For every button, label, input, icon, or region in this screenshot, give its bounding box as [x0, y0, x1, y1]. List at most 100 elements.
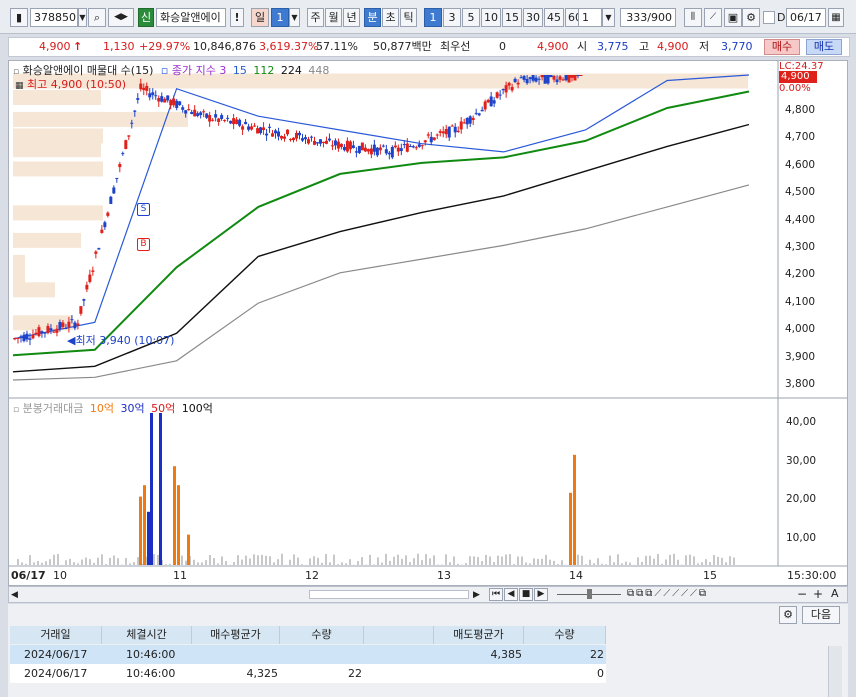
price-change-pct: +29.97% — [139, 40, 191, 53]
interval-dropdown-icon[interactable]: ▼ — [602, 8, 615, 27]
grid-icon[interactable]: ▦ — [15, 81, 24, 91]
scroll-left-icon[interactable]: ◀ — [11, 590, 18, 600]
interval-1[interactable]: 1 — [424, 8, 442, 27]
ma-112-label: 112 — [253, 64, 275, 77]
candle-body — [145, 85, 149, 91]
tab-tick[interactable]: 틱 — [400, 8, 417, 27]
candle-body — [312, 140, 316, 145]
next-page-button[interactable]: 다음 — [802, 606, 840, 624]
candle-body — [414, 147, 418, 149]
volume-bar — [197, 562, 199, 565]
code-dropdown-icon[interactable]: ▼ — [78, 8, 87, 27]
current-price: 4,900 — [39, 40, 71, 53]
interval-10[interactable]: 10 — [481, 8, 501, 27]
minus-icon[interactable]: − — [797, 587, 807, 601]
tab-month[interactable]: 월 — [325, 8, 342, 27]
interval-30[interactable]: 30 — [523, 8, 543, 27]
save-icon[interactable]: ▣ — [724, 8, 742, 27]
tab-day[interactable]: 일 — [251, 8, 269, 27]
time-axis-label: 10 — [53, 569, 67, 582]
gear-icon[interactable]: ⚙ — [742, 8, 760, 27]
candle-body — [525, 78, 529, 84]
stock-code-input[interactable]: 378850 — [30, 8, 78, 27]
gear-icon[interactable]: ⚙ — [779, 606, 797, 624]
buy-marker[interactable]: B — [137, 238, 150, 251]
volume-bar — [137, 557, 139, 565]
scroll-right-icon[interactable]: ▶ — [473, 590, 480, 600]
candle-body — [85, 284, 89, 290]
chart-svg[interactable] — [9, 61, 847, 585]
candle-body — [399, 148, 403, 152]
interval-5[interactable]: 5 — [462, 8, 480, 27]
count-display[interactable]: 333/900 — [620, 8, 676, 27]
volume-profile-bar — [13, 128, 103, 144]
plus-icon[interactable]: + — [813, 587, 823, 601]
search-icon[interactable]: ⌕ — [88, 8, 106, 27]
volume-bar — [521, 556, 523, 565]
tab-year[interactable]: 년 — [343, 8, 360, 27]
date-checkbox[interactable] — [763, 11, 775, 24]
interval-45[interactable]: 45 — [544, 8, 564, 27]
chart-tool-icons[interactable]: ⧉⧉⧉⟋⟋⟋⟋⟋⧉ — [627, 588, 708, 599]
calendar-icon[interactable]: ▦ — [828, 8, 844, 27]
candle-body — [507, 82, 511, 86]
table-scrollbar[interactable] — [828, 646, 842, 697]
zoom-slider-handle[interactable] — [587, 589, 592, 599]
candle-body — [133, 110, 137, 112]
tab-second[interactable]: 초 — [382, 8, 399, 27]
day-count-input[interactable]: 1 — [271, 8, 289, 27]
prev-icon[interactable]: ◀ — [504, 588, 518, 601]
line-tool-icon[interactable]: ⟋ — [704, 8, 722, 27]
buy-button[interactable]: 매수 — [764, 39, 800, 55]
cell-sell-avg: 4,385 — [490, 648, 523, 661]
low-label: 저 — [699, 40, 710, 53]
first-icon[interactable]: ⏮ — [489, 588, 503, 601]
volume-bar — [613, 562, 615, 565]
next-icon[interactable]: ▶ — [534, 588, 548, 601]
volume-bar — [65, 560, 67, 565]
volume-bar — [209, 554, 211, 565]
toolbar: ▮ 378850 ▼ ⌕ ◀▶ 신 화승알앤에이 ! 일 1 ▼ 주 월 년 분… — [0, 0, 856, 34]
candle-body — [214, 114, 218, 118]
layout-icon[interactable]: ▮ — [10, 8, 28, 27]
interval-select[interactable]: 1 — [578, 8, 602, 27]
chart-area[interactable]: ▫ 화승알앤에이 매물대 수(15) ▫ 종가 지수 3 15 112 224 … — [8, 60, 848, 586]
day-count-dropdown-icon[interactable]: ▼ — [289, 8, 300, 27]
candle-body — [100, 229, 104, 233]
volume-title: ▫ 분봉거래대금 10억 30억 50억 100억 — [13, 402, 213, 415]
alert-button[interactable]: ! — [230, 8, 244, 27]
candle-body — [429, 136, 433, 143]
stop-icon[interactable]: ■ — [519, 588, 533, 601]
volume-bar — [313, 556, 315, 565]
candle-body — [292, 137, 296, 141]
sell-button[interactable]: 매도 — [806, 39, 842, 55]
candle-body — [49, 328, 53, 331]
interval-3[interactable]: 3 — [443, 8, 461, 27]
time-axis-label: 14 — [569, 569, 583, 582]
volume-icon[interactable]: ◀▶ — [108, 8, 134, 27]
a-label[interactable]: A — [831, 587, 839, 600]
scroll-thumb[interactable] — [309, 590, 469, 599]
candle-settings-icon[interactable]: ⫼ — [684, 8, 702, 27]
volume-spike-bar — [187, 534, 190, 565]
volume-bar — [493, 562, 495, 565]
volume-bar — [585, 564, 587, 565]
date-input[interactable]: 06/17 — [786, 8, 826, 27]
volume-bar — [249, 558, 251, 565]
volume-bar — [261, 554, 263, 565]
tab-week[interactable]: 주 — [307, 8, 324, 27]
interval-15[interactable]: 15 — [502, 8, 522, 27]
volume-bar — [433, 555, 435, 565]
volume-bar — [589, 559, 591, 565]
volume-bar — [133, 562, 135, 565]
candle-body — [477, 113, 481, 116]
tab-minute[interactable]: 분 — [364, 8, 381, 27]
candle-body — [79, 306, 83, 314]
candle-body — [211, 119, 215, 121]
volume-bar — [637, 557, 639, 565]
sell-marker[interactable]: S — [137, 203, 150, 216]
candle-body — [375, 147, 379, 156]
stock-name-field[interactable]: 화승알앤에이 — [156, 8, 226, 27]
volume-bar — [425, 554, 427, 565]
price-change: 1,130 — [103, 40, 135, 53]
